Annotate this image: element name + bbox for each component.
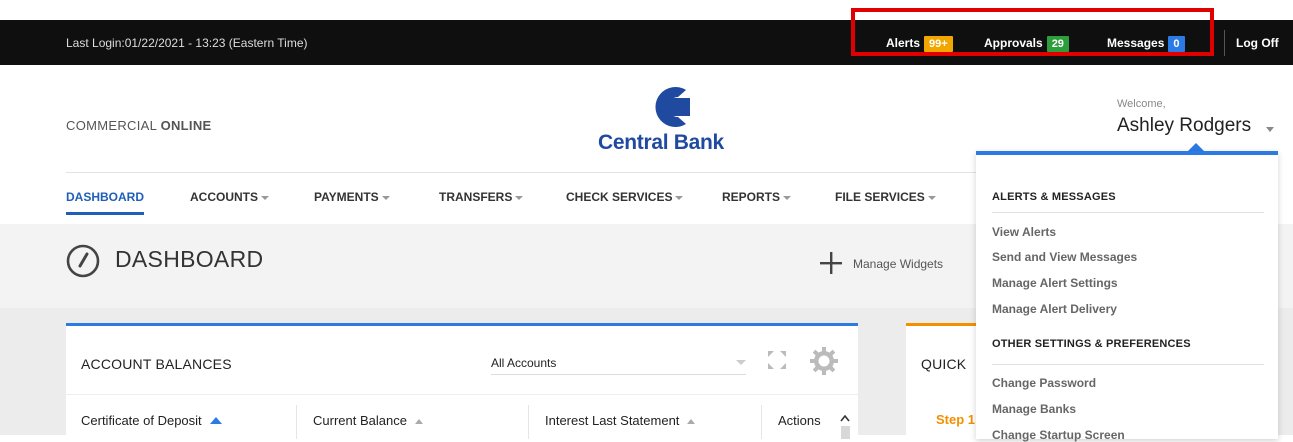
column-label: Interest Last Statement: [545, 413, 680, 428]
table-header: Certificate of Deposit Current Balance I…: [66, 394, 858, 439]
user-menu-toggle[interactable]: Ashley Rodgers: [1117, 115, 1251, 137]
header-divider: [66, 172, 1066, 173]
widget-title: QUICK: [921, 356, 967, 372]
nav-item-reports[interactable]: REPORTS: [722, 190, 792, 204]
menu-item-view-alerts[interactable]: View Alerts: [992, 225, 1056, 239]
nav-label: TRANSFERS: [439, 190, 513, 204]
nav-label: REPORTS: [722, 190, 781, 204]
column-label: Current Balance: [313, 413, 407, 428]
nav-label: FILE SERVICES: [835, 190, 925, 204]
brand-light-text: COMMERCIAL: [66, 118, 161, 133]
column-header-interest[interactable]: Interest Last Statement: [545, 413, 696, 428]
nav-item-dashboard[interactable]: DASHBOARD: [66, 190, 144, 215]
page-title: DASHBOARD: [115, 246, 264, 272]
chevron-down-icon: [515, 195, 524, 200]
highlight-annotation-box: [851, 8, 1214, 56]
chevron-down-icon: [783, 195, 792, 200]
column-divider: [296, 405, 297, 439]
menu-item-change-password[interactable]: Change Password: [992, 376, 1096, 390]
column-header-current-balance[interactable]: Current Balance: [313, 413, 423, 428]
chevron-down-icon: [736, 360, 746, 365]
nav-item-transfers[interactable]: TRANSFERS: [439, 190, 524, 204]
last-login-text: Last Login:01/22/2021 - 13:23 (Eastern T…: [66, 36, 308, 50]
chevron-down-icon: [927, 195, 936, 200]
welcome-label: Welcome,: [1117, 98, 1166, 110]
sort-icon: [687, 419, 696, 424]
column-header-actions: Actions: [778, 413, 821, 428]
dropdown-pointer: [1188, 143, 1204, 151]
dashboard-gauge-icon: [66, 244, 100, 278]
plus-icon[interactable]: [820, 252, 842, 274]
step-label: Step 1: [936, 412, 976, 427]
column-divider: [528, 405, 529, 439]
chevron-down-icon: [675, 195, 684, 200]
brand-bold-text: ONLINE: [160, 118, 212, 133]
other-settings-heading: OTHER SETTINGS & PREFERENCES: [992, 338, 1191, 350]
chevron-down-icon: [261, 195, 269, 200]
product-name: COMMERCIAL ONLINE: [66, 118, 211, 133]
nav-item-payments[interactable]: PAYMENTS: [314, 190, 390, 204]
sort-ascending-icon: [209, 417, 222, 424]
widget-title: ACCOUNT BALANCES: [81, 356, 232, 372]
account-filter-value: All Accounts: [491, 356, 557, 370]
menu-item-manage-banks[interactable]: Manage Banks: [992, 402, 1076, 416]
nav-item-accounts[interactable]: ACCOUNTS: [190, 190, 269, 204]
manage-widgets-link[interactable]: Manage Widgets: [853, 257, 943, 271]
menu-divider: [992, 364, 1264, 365]
chevron-down-icon[interactable]: [1266, 127, 1274, 132]
nav-item-file-services[interactable]: FILE SERVICES: [835, 190, 936, 204]
sort-icon: [414, 419, 423, 424]
nav-label: PAYMENTS: [314, 190, 379, 204]
nav-item-check-services[interactable]: CHECK SERVICES: [566, 190, 684, 204]
expand-icon[interactable]: [766, 349, 788, 371]
chevron-down-icon: [381, 195, 390, 200]
quick-widget: QUICK Step 1: [906, 323, 986, 438]
bank-name-text: Central Bank: [598, 131, 724, 154]
account-filter-select[interactable]: All Accounts: [491, 352, 746, 375]
topbar-divider: [1224, 30, 1225, 56]
nav-label: ACCOUNTS: [190, 190, 258, 204]
column-divider: [761, 405, 762, 439]
menu-divider: [992, 212, 1264, 213]
menu-item-change-startup-screen[interactable]: Change Startup Screen: [992, 428, 1125, 442]
log-off-link[interactable]: Log Off: [1236, 36, 1279, 50]
menu-item-manage-alert-settings[interactable]: Manage Alert Settings: [992, 276, 1118, 290]
column-label: Certificate of Deposit: [81, 413, 202, 428]
nav-label: CHECK SERVICES: [566, 190, 673, 204]
gear-icon[interactable]: [809, 346, 839, 376]
alerts-messages-heading: ALERTS & MESSAGES: [992, 191, 1116, 203]
scrollbar[interactable]: [839, 413, 851, 439]
menu-item-manage-alert-delivery[interactable]: Manage Alert Delivery: [992, 302, 1117, 316]
menu-item-send-view-messages[interactable]: Send and View Messages: [992, 250, 1137, 264]
column-header-certificate[interactable]: Certificate of Deposit: [81, 413, 222, 428]
user-menu-dropdown: ALERTS & MESSAGES View Alerts Send and V…: [976, 151, 1278, 442]
account-balances-widget: ACCOUNT BALANCES All Accounts Certificat…: [66, 323, 858, 439]
